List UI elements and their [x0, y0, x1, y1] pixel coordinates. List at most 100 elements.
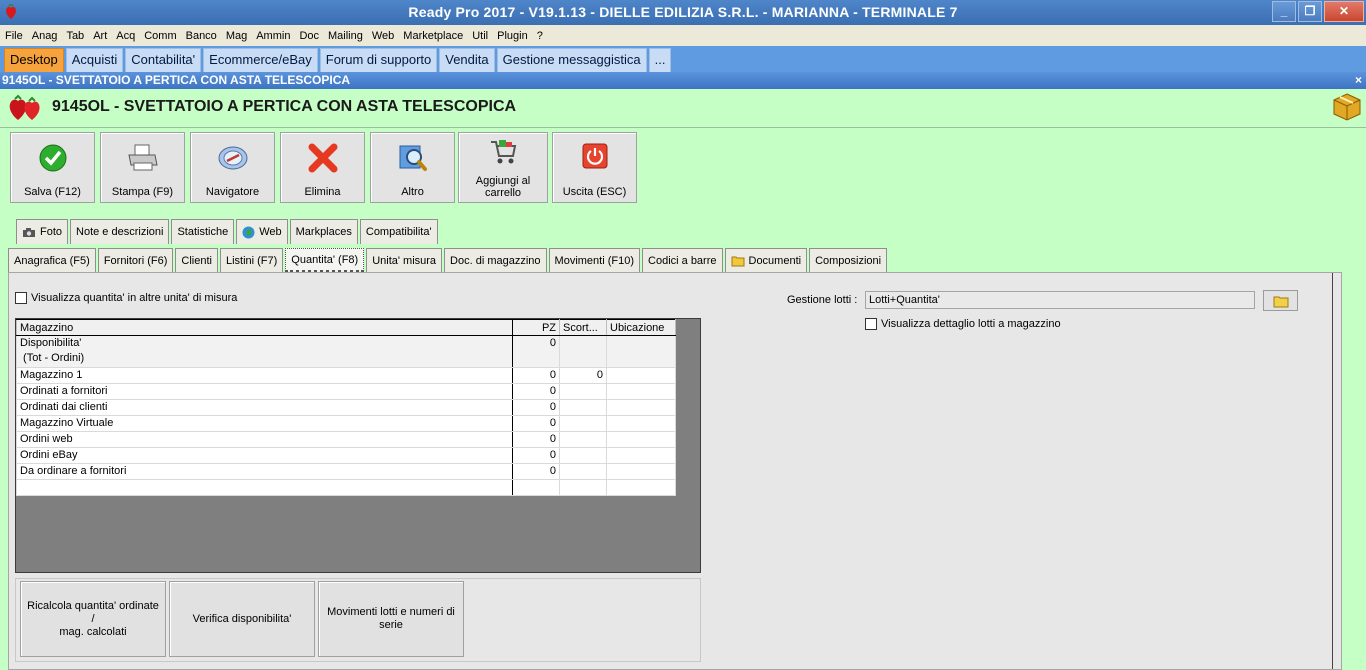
table-row[interactable]: Magazzino 1 0 0 — [15, 367, 676, 384]
tab-composizioni[interactable]: Composizioni — [809, 248, 888, 273]
cell-pz[interactable]: 0 — [512, 463, 561, 480]
column-header-ubicazione[interactable]: Ubicazione — [606, 319, 676, 336]
cell-ubicazione[interactable] — [606, 335, 676, 368]
column-header-pz[interactable]: PZ — [512, 319, 561, 336]
lot-management-field[interactable]: Lotti+Quantita' — [865, 291, 1255, 309]
menu-plugin[interactable]: Plugin — [497, 30, 528, 42]
column-header-magazzino[interactable]: Magazzino — [15, 319, 514, 336]
cell-ubicazione[interactable] — [606, 383, 676, 400]
exit-button[interactable]: Uscita (ESC) — [552, 132, 637, 203]
module-tab-vendita[interactable]: Vendita — [439, 48, 495, 72]
document-title-bar: 9145OL - SVETTATOIO A PERTICA CON ASTA T… — [0, 72, 1366, 89]
module-tab-forum[interactable]: Forum di supporto — [319, 48, 438, 72]
module-tab-desktop[interactable]: Desktop — [4, 48, 64, 72]
cell-ubicazione[interactable] — [606, 447, 676, 464]
table-row[interactable]: Ordini eBay 0 — [15, 447, 676, 464]
menu-doc[interactable]: Doc — [299, 30, 319, 42]
lot-movements-button[interactable]: Movimenti lotti e numeri di serie — [318, 581, 464, 657]
cell-ubicazione[interactable] — [606, 431, 676, 448]
cell-scorta[interactable] — [559, 399, 607, 416]
cell-pz[interactable]: 0 — [512, 367, 561, 384]
cell-pz[interactable]: 0 — [512, 447, 561, 464]
show-other-units-checkbox[interactable] — [15, 292, 27, 305]
menu-anag[interactable]: Anag — [32, 30, 58, 42]
add-to-cart-button[interactable]: Aggiungi al carrello — [458, 132, 548, 203]
cell-ubicazione[interactable] — [606, 367, 676, 384]
cell-pz[interactable]: 0 — [512, 383, 561, 400]
cell-pz[interactable]: 0 — [512, 335, 561, 368]
show-lot-detail-checkbox[interactable] — [865, 318, 877, 331]
menu-tab[interactable]: Tab — [66, 30, 84, 42]
tab-notes[interactable]: Note e descrizioni — [70, 219, 170, 244]
other-button[interactable]: Altro — [370, 132, 455, 203]
menu-help[interactable]: ? — [537, 30, 543, 42]
tab-movimenti[interactable]: Movimenti (F10) — [548, 248, 641, 273]
module-tab-ecommerce[interactable]: Ecommerce/eBay — [203, 48, 318, 72]
menu-util[interactable]: Util — [472, 30, 488, 42]
menu-web[interactable]: Web — [372, 30, 394, 42]
module-tab-messaggistica[interactable]: Gestione messaggistica — [496, 48, 647, 72]
cell-pz[interactable]: 0 — [512, 415, 561, 432]
tab-markplaces[interactable]: Markplaces — [289, 219, 358, 244]
minimize-button[interactable]: _ — [1272, 1, 1296, 22]
tab-documenti[interactable]: Documenti — [724, 248, 808, 273]
cell-scorta[interactable] — [559, 415, 607, 432]
menu-mailing[interactable]: Mailing — [328, 30, 363, 42]
cell-scorta[interactable] — [559, 383, 607, 400]
cell-ubicazione[interactable] — [606, 399, 676, 416]
tab-listini[interactable]: Listini (F7) — [219, 248, 284, 273]
navigator-button[interactable]: Navigatore — [190, 132, 275, 203]
menu-file[interactable]: File — [5, 30, 23, 42]
cell-ubicazione[interactable] — [606, 463, 676, 480]
tab-anagrafica[interactable]: Anagrafica (F5) — [8, 248, 96, 273]
cell-scorta[interactable] — [559, 335, 607, 368]
close-button[interactable]: ✕ — [1324, 1, 1364, 22]
delete-button[interactable]: Elimina — [280, 132, 365, 203]
lot-management-browse-button[interactable] — [1263, 290, 1298, 311]
module-tab-acquisti[interactable]: Acquisti — [65, 48, 124, 72]
tab-compatibility[interactable]: Compatibilita' — [359, 219, 438, 244]
menu-banco[interactable]: Banco — [186, 30, 217, 42]
row-name: Ordinati dai clienti — [15, 399, 514, 416]
recalculate-button[interactable]: Ricalcola quantita' ordinate / mag. calc… — [20, 581, 166, 657]
table-row[interactable]: Magazzino Virtuale 0 — [15, 415, 676, 432]
column-header-scorta[interactable]: Scort... — [559, 319, 607, 336]
tab-quantita[interactable]: Quantita' (F8) — [285, 248, 365, 273]
table-row[interactable]: Disponibilita' (Tot - Ordini) 0 — [15, 335, 676, 368]
table-row-empty[interactable] — [15, 479, 676, 496]
table-row[interactable]: Da ordinare a fornitori 0 — [15, 463, 676, 480]
tab-foto[interactable]: Foto — [16, 219, 69, 244]
verify-availability-button[interactable]: Verifica disponibilita' — [169, 581, 315, 657]
show-other-units-option[interactable]: Visualizza quantita' in altre unita' di … — [15, 292, 237, 305]
cell-scorta[interactable]: 0 — [559, 367, 607, 384]
cell-scorta[interactable] — [559, 431, 607, 448]
table-row[interactable]: Ordinati a fornitori 0 — [15, 383, 676, 400]
module-tab-more[interactable]: ... — [648, 48, 672, 72]
cell-scorta[interactable] — [559, 447, 607, 464]
tab-statistics[interactable]: Statistiche — [171, 219, 235, 244]
tab-web[interactable]: Web — [236, 219, 288, 244]
table-row[interactable]: Ordini web 0 — [15, 431, 676, 448]
save-button[interactable]: Salva (F12) — [10, 132, 95, 203]
restore-button[interactable]: ❐ — [1298, 1, 1322, 22]
document-close-icon[interactable]: × — [1355, 72, 1362, 88]
menu-mag[interactable]: Mag — [226, 30, 247, 42]
tab-unita-misura[interactable]: Unita' misura — [366, 248, 443, 273]
menu-marketplace[interactable]: Marketplace — [403, 30, 463, 42]
cell-scorta[interactable] — [559, 463, 607, 480]
table-row[interactable]: Ordinati dai clienti 0 — [15, 399, 676, 416]
tab-clienti[interactable]: Clienti — [175, 248, 218, 273]
print-button[interactable]: Stampa (F9) — [100, 132, 185, 203]
menu-art[interactable]: Art — [93, 30, 107, 42]
menu-comm[interactable]: Comm — [144, 30, 176, 42]
module-tab-contabilita[interactable]: Contabilita' — [125, 48, 202, 72]
menu-ammin[interactable]: Ammin — [256, 30, 290, 42]
cell-pz[interactable]: 0 — [512, 431, 561, 448]
tab-codici-barre[interactable]: Codici a barre — [642, 248, 723, 273]
tab-doc-magazzino[interactable]: Doc. di magazzino — [444, 248, 547, 273]
cell-pz[interactable]: 0 — [512, 399, 561, 416]
cell-ubicazione[interactable] — [606, 415, 676, 432]
menu-acq[interactable]: Acq — [116, 30, 135, 42]
tab-fornitori[interactable]: Fornitori (F6) — [97, 248, 174, 273]
show-lot-detail-option[interactable]: Visualizza dettaglio lotti a magazzino — [865, 318, 1061, 331]
